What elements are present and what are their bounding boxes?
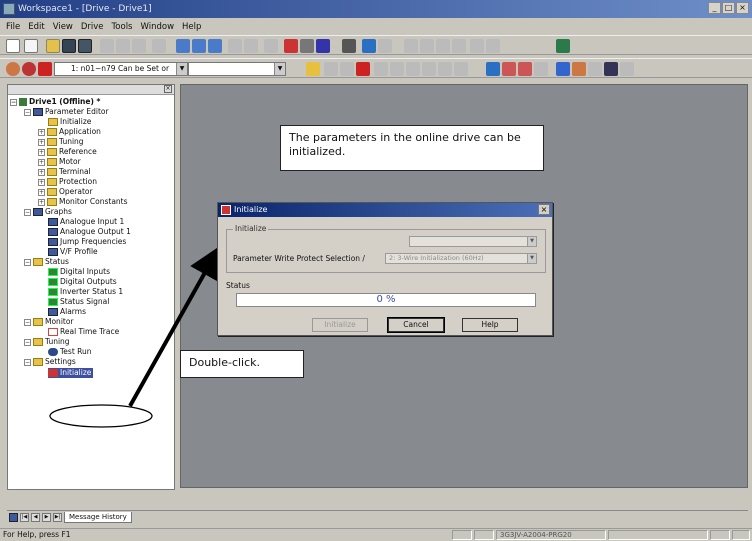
dialog-titlebar: Initialize × <box>218 203 552 217</box>
dialog-close-button[interactable]: × <box>538 204 550 215</box>
cancel-button[interactable]: Cancel <box>387 317 445 333</box>
bottom-tab-strip: |◀ ◀ ▶ ▶| Message History <box>7 510 748 524</box>
tab-message-history[interactable]: Message History <box>64 512 132 523</box>
highlight-ellipse <box>49 404 153 428</box>
initialize-button[interactable]: Initialize <box>312 318 368 332</box>
last-tab-button[interactable]: ▶| <box>53 513 62 522</box>
first-tab-button[interactable]: |◀ <box>20 513 29 522</box>
status-cell-2 <box>474 530 494 540</box>
status-cell-4 <box>710 530 730 540</box>
status-cell-1 <box>452 530 472 540</box>
progress-text: 0 % <box>376 294 396 305</box>
param-write-protect-label: Parameter Write Protect Selection / <box>233 254 365 263</box>
dialog-icon <box>221 205 231 215</box>
initialize-group: Initialize ▼ Parameter Write Protect Sel… <box>226 224 546 273</box>
arrow <box>128 246 220 407</box>
progress-bar: 0 % <box>236 293 536 307</box>
list-icon <box>9 513 18 522</box>
status-bar: For Help, press F1 3G3JV-A2004-PRG20 <box>0 528 752 541</box>
status-cell-3 <box>608 530 708 540</box>
next-tab-button[interactable]: ▶ <box>42 513 51 522</box>
chevron-down-icon[interactable]: ▼ <box>527 237 536 246</box>
chevron-down-icon[interactable]: ▼ <box>527 254 536 263</box>
status-help-text: For Help, press F1 <box>3 530 71 539</box>
status-model: 3G3JV-A2004-PRG20 <box>496 530 606 540</box>
group-label: Initialize <box>233 224 269 233</box>
param-write-protect-select[interactable]: 2: 3-Wire Initialization (60Hz) ▼ <box>385 253 537 264</box>
initialize-select[interactable]: ▼ <box>409 236 537 247</box>
status-cell-5 <box>732 530 750 540</box>
initialize-dialog: Initialize × Initialize ▼ Parameter Writ… <box>217 202 553 336</box>
prev-tab-button[interactable]: ◀ <box>31 513 40 522</box>
status-label: Status <box>226 281 250 290</box>
help-button[interactable]: Help <box>462 318 518 332</box>
